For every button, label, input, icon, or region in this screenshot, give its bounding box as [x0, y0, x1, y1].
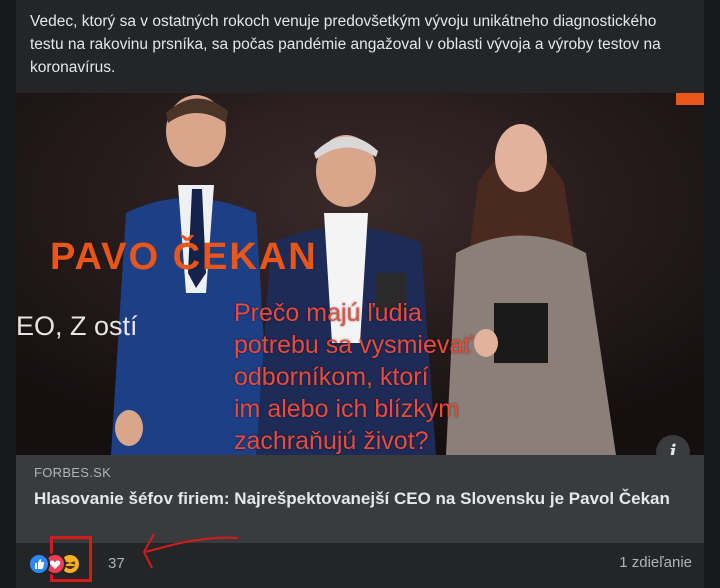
- overlay-caption: Prečo majú ľudia potrebu sa vysmievať od…: [234, 299, 473, 455]
- like-icon: [28, 553, 50, 575]
- link-domain: FORBES.SK: [34, 465, 112, 480]
- share-count[interactable]: 1 zdieľanie: [619, 554, 692, 571]
- annotation-arrow: [142, 533, 239, 569]
- banner-subtitle: EO, Z ostí: [16, 311, 138, 341]
- post-card: Vedec, ktorý sa v ostatných rokoch venuj…: [16, 0, 704, 588]
- link-preview-card[interactable]: FORBES.SK Hlasovanie šéfov firiem: Najre…: [16, 455, 704, 543]
- post-text: Vedec, ktorý sa v ostatných rokoch venuj…: [30, 13, 661, 76]
- banner-name: PAVO ČEKAN: [50, 236, 318, 278]
- link-title[interactable]: Hlasovanie šéfov firiem: Najrešpektovane…: [34, 488, 684, 510]
- reaction-count: 37: [108, 555, 125, 572]
